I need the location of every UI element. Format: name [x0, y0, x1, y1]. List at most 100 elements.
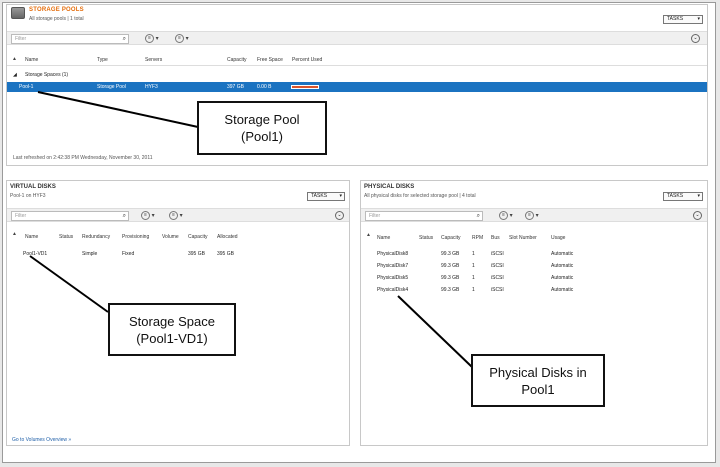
save-query-button[interactable]: ≡ ▾ — [175, 34, 189, 44]
save-query-button[interactable]: ≡ ▾ — [525, 211, 539, 221]
physical-disks-filter-bar: Filter ⌕ ≡ ▾ ≡ ▾ ⌄ — [361, 208, 707, 222]
virtual-disks-filter-input[interactable]: Filter ⌕ — [11, 211, 129, 221]
column-header-bus[interactable]: Bus — [491, 235, 500, 241]
query-options-button[interactable]: ≡ ▾ — [141, 211, 155, 221]
storage-pool-icon — [11, 7, 25, 19]
storage-pools-subtitle: All storage pools | 1 total — [29, 16, 84, 22]
expand-icon[interactable]: ⌄ — [335, 211, 344, 220]
virtual-disks-title: VIRTUAL DISKS — [10, 184, 56, 190]
chevron-down-icon: ▾ — [697, 193, 700, 199]
row-redundancy: Simple — [82, 251, 98, 257]
column-header-capacity[interactable]: Capacity — [227, 57, 246, 63]
header-divider — [7, 65, 707, 66]
column-header-type[interactable]: Type — [97, 57, 108, 63]
collapse-group-icon[interactable]: ◢ — [13, 72, 17, 78]
row-name: PhysicalDisk5 — [377, 275, 409, 281]
query-options-button[interactable]: ≡ ▾ — [145, 34, 159, 44]
physical-disks-tasks-button[interactable]: TASKS ▾ — [663, 192, 703, 201]
tasks-label: TASKS — [311, 193, 328, 199]
filter-placeholder: Filter — [15, 213, 27, 219]
go-to-volumes-link[interactable]: Go to Volumes Overview » — [12, 437, 71, 443]
callout-storage-pool: Storage Pool (Pool1) — [197, 101, 327, 155]
save-options-icon: ≡ — [525, 211, 534, 220]
query-options-button[interactable]: ≡ ▾ — [499, 211, 513, 221]
physical-disks-subtitle: All physical disks for selected storage … — [364, 193, 476, 199]
row-rpm: 1 — [472, 263, 475, 269]
row-capacity: 99.3 GB — [441, 251, 460, 257]
search-icon[interactable]: ⌕ — [123, 35, 126, 43]
storage-pools-filter-input[interactable]: Filter ⌕ — [11, 34, 129, 44]
row-usage: Automatic — [551, 251, 574, 257]
physical-disks-filter-input[interactable]: Filter ⌕ — [365, 211, 483, 221]
column-header-slot-number[interactable]: Slot Number — [509, 235, 537, 241]
sort-up-icon[interactable]: ▲ — [12, 56, 17, 62]
row-name: PhysicalDisk4 — [377, 287, 409, 293]
list-options-icon: ≡ — [145, 34, 154, 43]
column-header-name[interactable]: Name — [25, 234, 38, 240]
column-header-provisioning[interactable]: Provisioning — [122, 234, 149, 240]
chevron-down-icon: ▾ — [151, 213, 155, 220]
chevron-down-icon: ▾ — [155, 36, 159, 43]
last-refreshed-text: Last refreshed on 2:42:38 PM Wednesday, … — [13, 155, 153, 161]
row-name: Pool1-VD1 — [23, 251, 48, 257]
column-header-allocated[interactable]: Allocated — [217, 234, 238, 240]
row-rpm: 1 — [472, 275, 475, 281]
column-header-capacity[interactable]: Capacity — [188, 234, 207, 240]
row-capacity: 395 GB — [188, 251, 205, 257]
save-query-button[interactable]: ≡ ▾ — [169, 211, 183, 221]
save-options-icon: ≡ — [175, 34, 184, 43]
chevron-down-icon: ▾ — [179, 213, 183, 220]
row-allocated: 395 GB — [217, 251, 234, 257]
row-capacity: 99.3 GB — [441, 287, 460, 293]
list-options-icon: ≡ — [141, 211, 150, 220]
row-capacity: 397 GB — [227, 84, 244, 90]
row-capacity: 99.3 GB — [441, 263, 460, 269]
expand-icon[interactable]: ⌄ — [693, 211, 702, 220]
chevron-down-icon: ▾ — [339, 193, 342, 199]
column-header-name[interactable]: Name — [377, 235, 390, 241]
row-usage: Automatic — [551, 287, 574, 293]
filter-placeholder: Filter — [15, 36, 27, 42]
row-name: PhysicalDisk8 — [377, 251, 409, 257]
row-capacity: 99.3 GB — [441, 275, 460, 281]
column-header-capacity[interactable]: Capacity — [441, 235, 460, 241]
filter-placeholder: Filter — [369, 213, 381, 219]
storage-pools-panel: STORAGE POOLS All storage pools | 1 tota… — [6, 4, 708, 166]
row-servers: HYF3 — [145, 84, 158, 90]
row-rpm: 1 — [472, 287, 475, 293]
list-options-icon: ≡ — [499, 211, 508, 220]
virtual-disks-subtitle: Pool-1 on HYF3 — [10, 193, 46, 199]
sort-up-icon[interactable]: ▲ — [366, 232, 371, 238]
sort-up-icon[interactable]: ▲ — [12, 231, 17, 237]
tasks-label: TASKS — [667, 193, 684, 199]
row-name: Pool-1 — [19, 84, 34, 90]
table-row-pool-1[interactable]: Pool-1 Storage Pool HYF3 397 GB 0.00 B — [7, 82, 707, 92]
storage-pools-tasks-button[interactable]: TASKS ▾ — [663, 15, 703, 24]
row-free-space: 0.00 B — [257, 84, 272, 90]
expand-icon[interactable]: ⌄ — [691, 34, 700, 43]
callout-physical-disks: Physical Disks in Pool1 — [471, 354, 605, 407]
percent-used-bar — [291, 85, 319, 89]
column-header-volume[interactable]: Volume — [162, 234, 179, 240]
row-provisioning: Fixed — [122, 251, 135, 257]
tasks-label: TASKS — [667, 16, 684, 22]
row-name: PhysicalDisk7 — [377, 263, 409, 269]
column-header-status[interactable]: Status — [59, 234, 73, 240]
column-header-status[interactable]: Status — [419, 235, 433, 241]
column-header-name[interactable]: Name — [25, 57, 38, 63]
column-header-percent-used[interactable]: Percent Used — [292, 57, 322, 63]
search-icon[interactable]: ⌕ — [123, 212, 126, 220]
row-bus: iSCSI — [491, 263, 504, 269]
search-icon[interactable]: ⌕ — [477, 212, 480, 220]
row-type: Storage Pool — [97, 84, 126, 90]
row-bus: iSCSI — [491, 251, 504, 257]
column-header-free-space[interactable]: Free Space — [257, 57, 283, 63]
virtual-disks-tasks-button[interactable]: TASKS ▾ — [307, 192, 345, 201]
column-header-servers[interactable]: Servers — [145, 57, 162, 63]
column-header-rpm[interactable]: RPM — [472, 235, 483, 241]
column-header-usage[interactable]: Usage — [551, 235, 565, 241]
row-bus: iSCSI — [491, 275, 504, 281]
row-bus: iSCSI — [491, 287, 504, 293]
physical-disks-title: PHYSICAL DISKS — [364, 184, 415, 190]
column-header-redundancy[interactable]: Redundancy — [82, 234, 110, 240]
